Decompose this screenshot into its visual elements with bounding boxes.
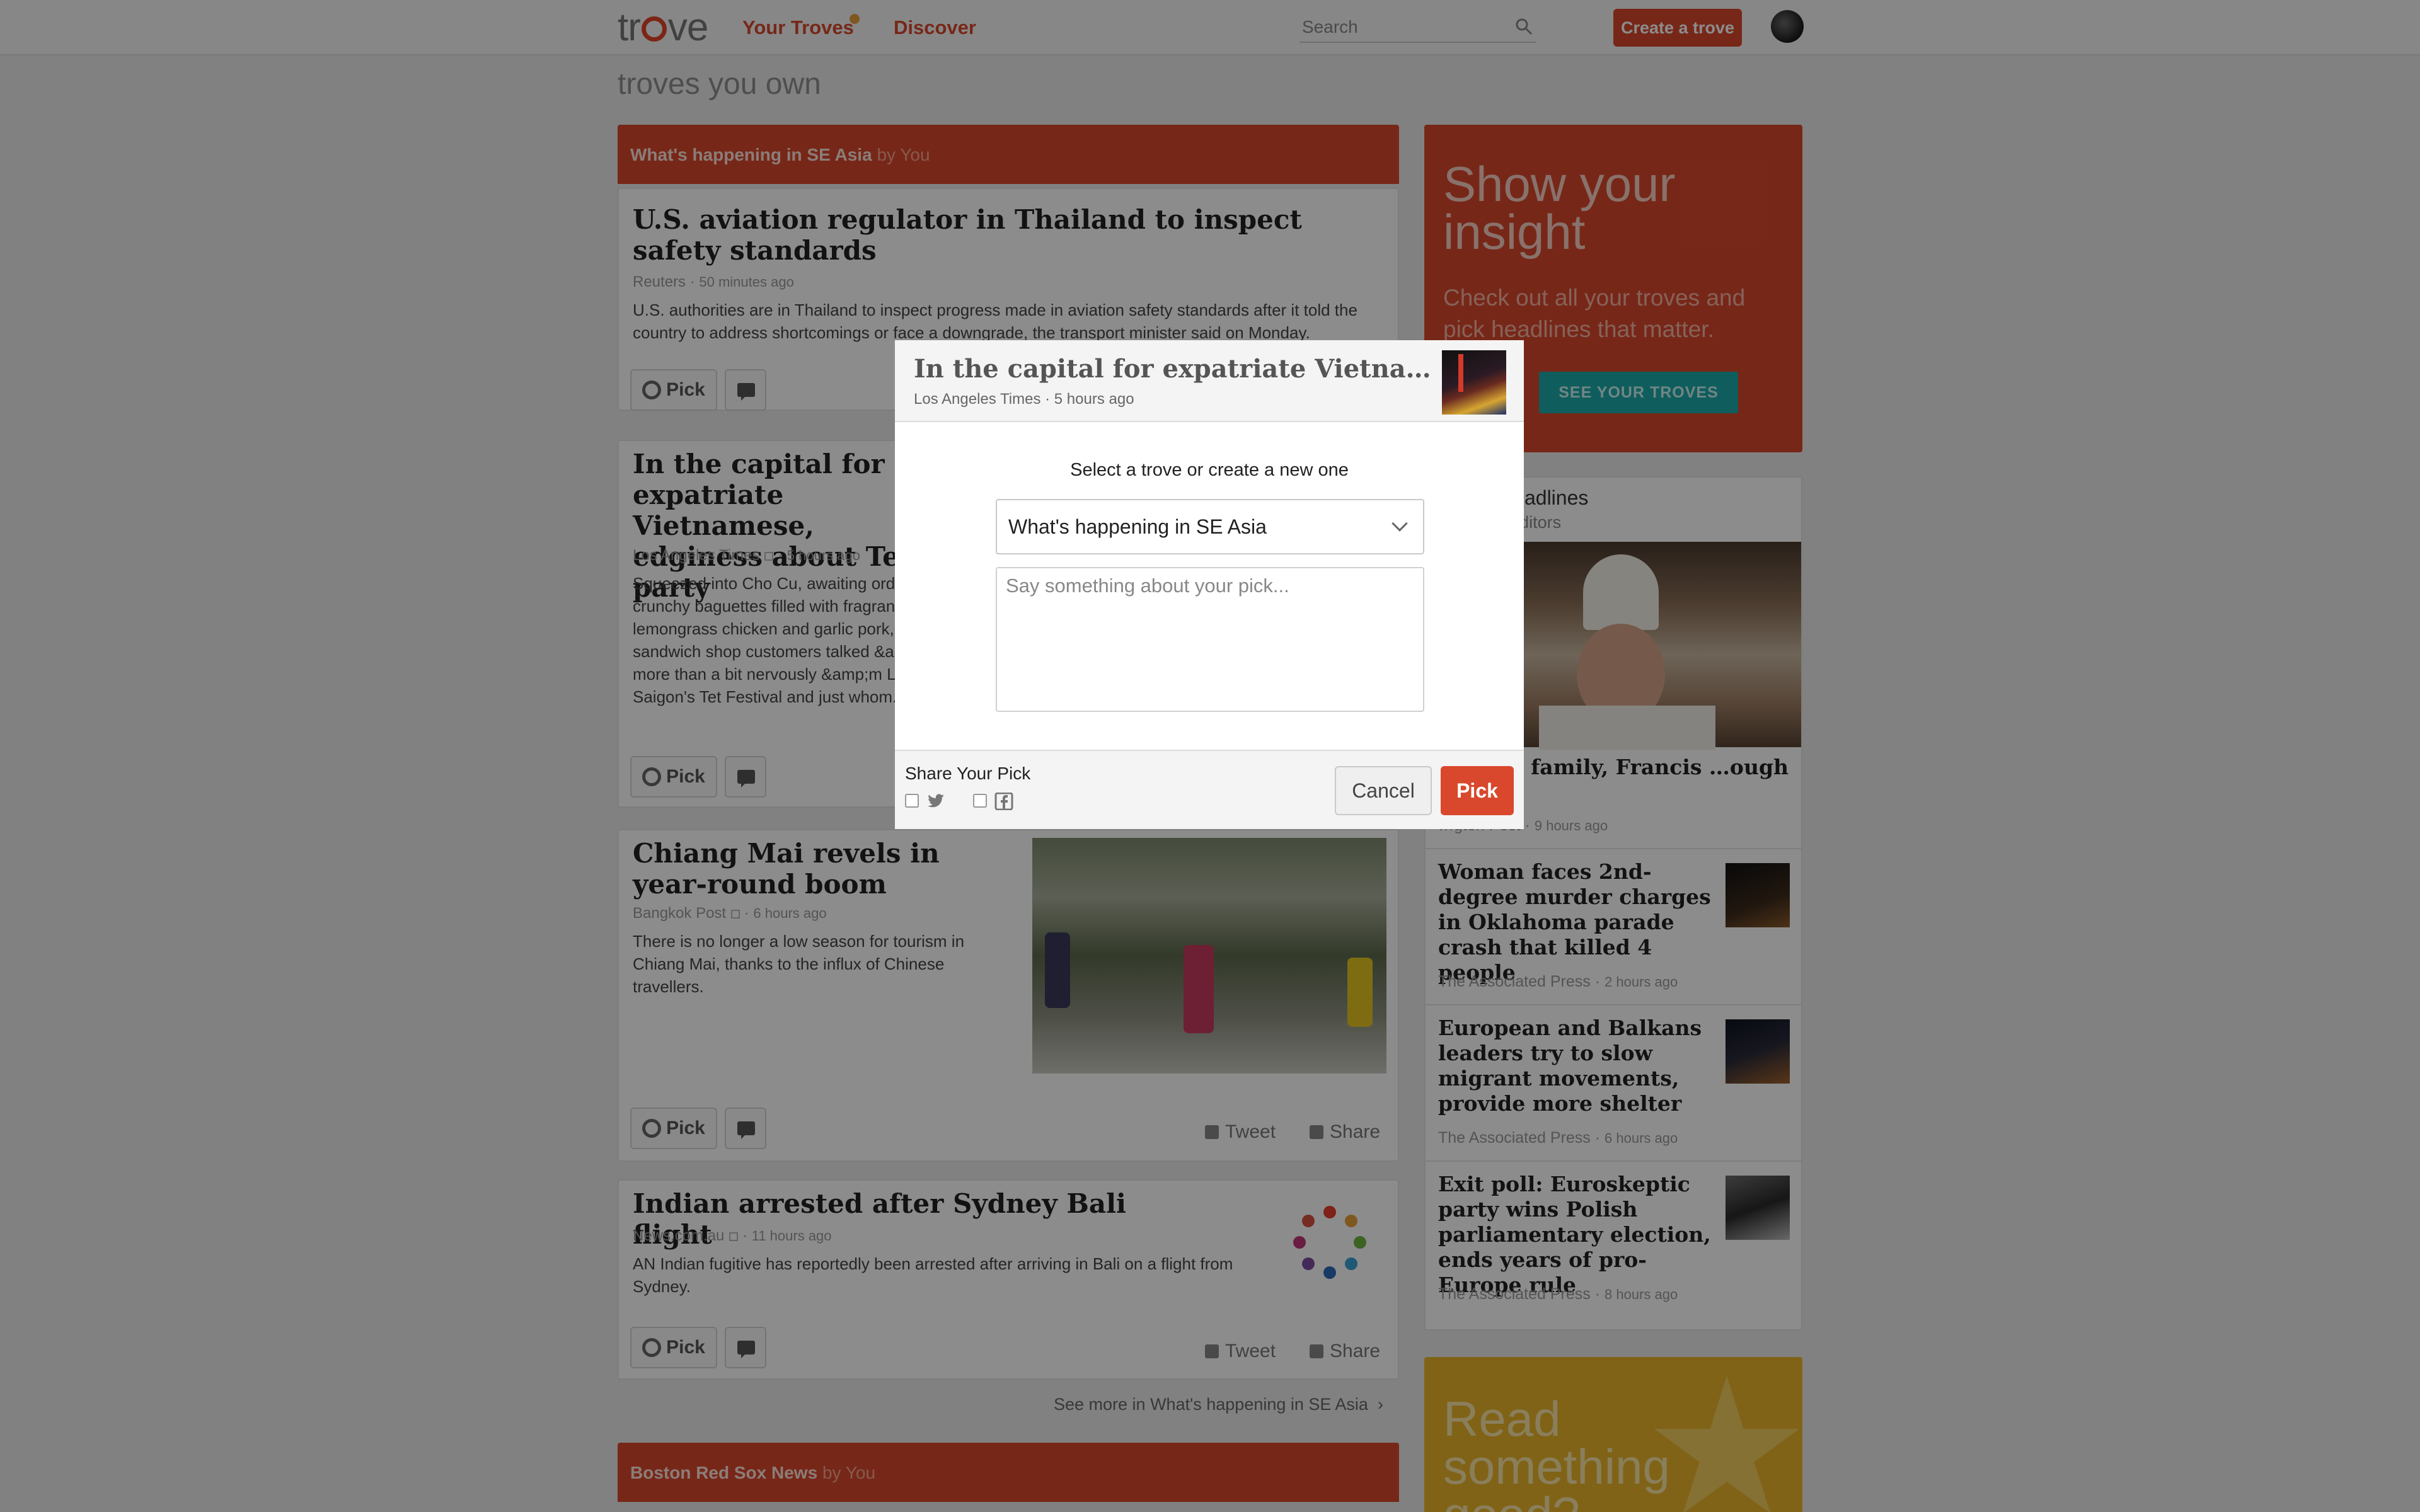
chevron-down-icon [1392,515,1408,532]
dialog-article-title: In the capital for expatriate Vietnamese… [914,354,1456,384]
facebook-icon [994,793,1013,810]
dialog-article-meta: Los Angeles Times · 5 hours ago [914,391,1134,408]
pick-comment-field[interactable] [996,567,1424,712]
pick-dialog: In the capital for expatriate Vietnamese… [895,340,1524,829]
twitter-icon [928,794,944,808]
share-facebook-checkbox[interactable] [973,794,987,808]
dialog-prompt: Select a trove or create a new one [1070,460,1349,480]
share-twitter-checkbox[interactable] [905,794,919,808]
dialog-article-thumbnail [1442,350,1506,415]
trove-select-value: What's happening in SE Asia [1008,515,1267,538]
trove-select[interactable]: What's happening in SE Asia [996,499,1424,554]
dialog-header: In the capital for expatriate Vietnamese… [895,340,1524,422]
dialog-footer: Share Your Pick Cancel Pick [895,750,1524,829]
pick-submit-button[interactable]: Pick [1441,766,1514,815]
dialog-source: Los Angeles Times [914,391,1041,408]
dialog-time: 5 hours ago [1054,391,1134,408]
share-pick-label: Share Your Pick [905,764,1031,783]
cancel-button[interactable]: Cancel [1335,766,1432,815]
